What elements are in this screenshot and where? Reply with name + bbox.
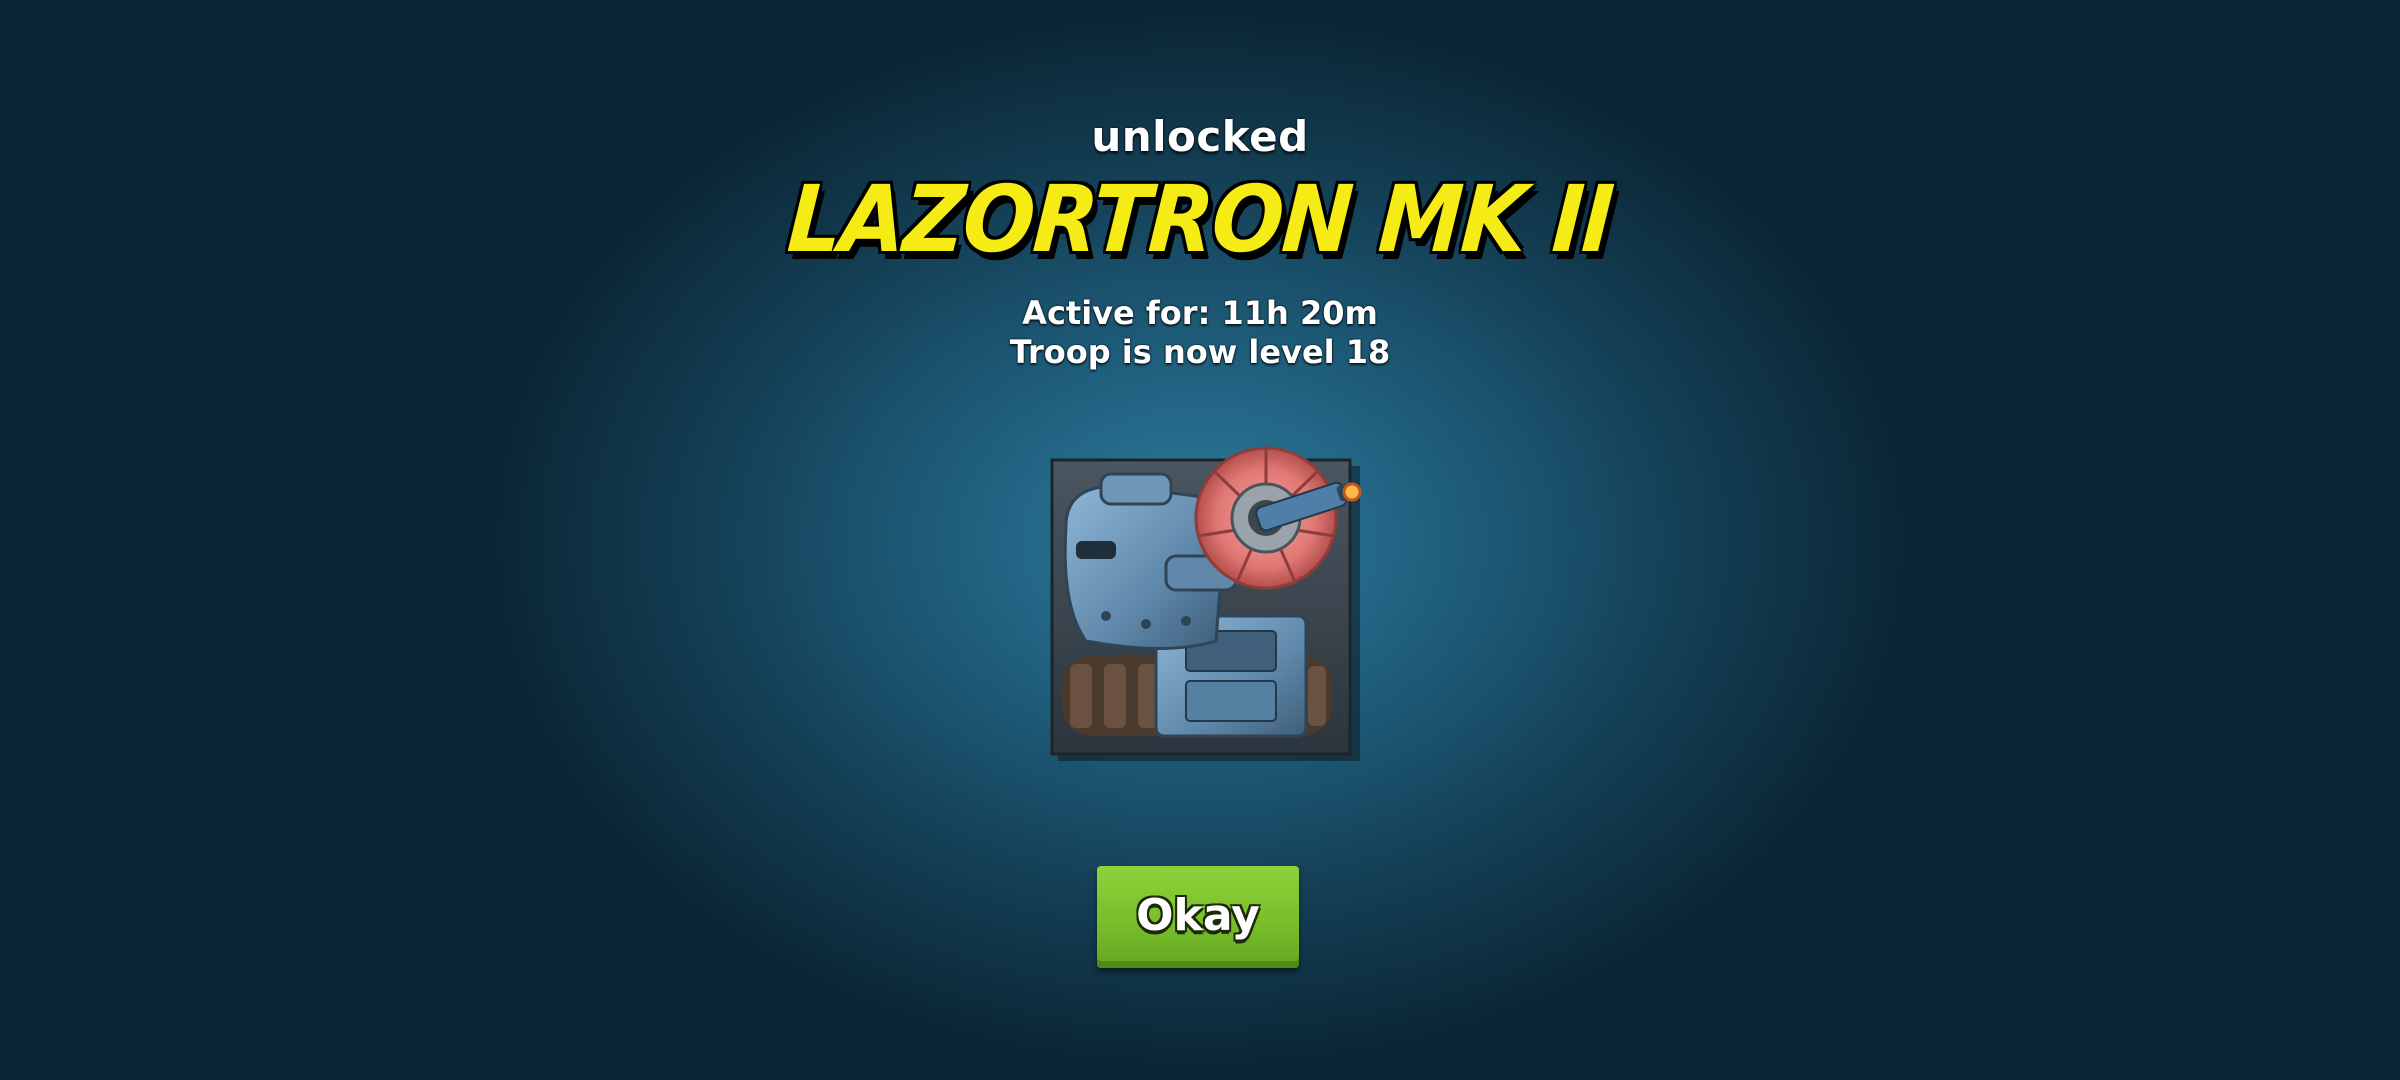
- troop-portrait-card: [1046, 426, 1366, 766]
- okay-button[interactable]: Okay: [1097, 866, 1299, 968]
- lazortron-tank-icon: [1050, 446, 1362, 761]
- active-duration-text: Active for: 11h 20m: [1022, 294, 1378, 332]
- troop-name-title: LAZORTRON MK II: [784, 166, 1616, 273]
- troop-level-text: Troop is now level 18: [1009, 333, 1391, 371]
- unlocked-heading: unlocked: [1091, 112, 1309, 161]
- okay-button-label: Okay: [1136, 890, 1260, 941]
